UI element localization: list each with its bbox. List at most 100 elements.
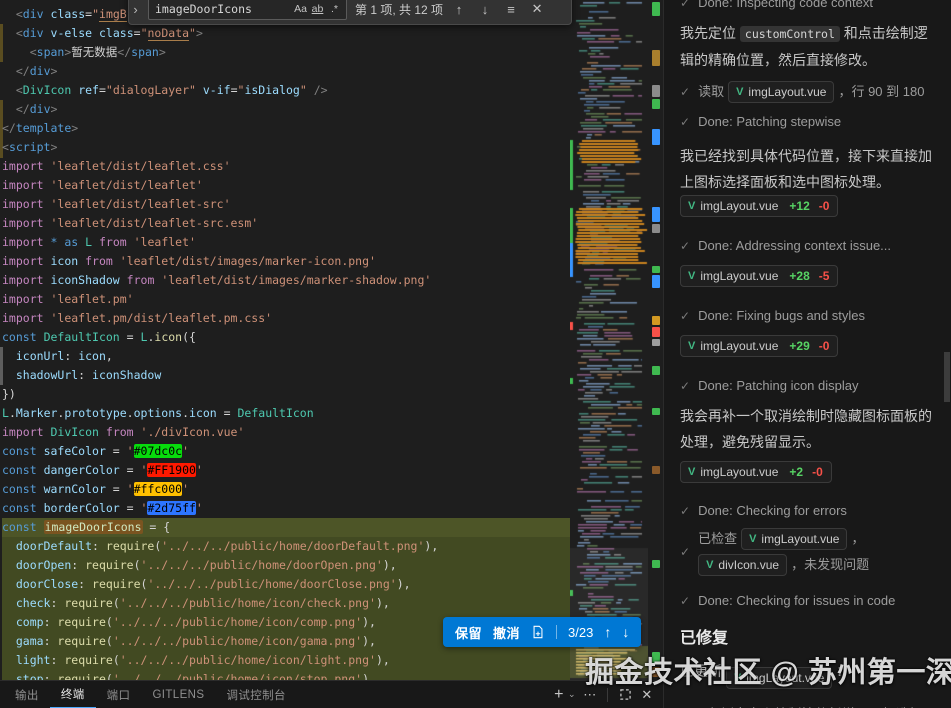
code-line: import icon from 'leaflet/dist/images/ma…: [2, 252, 570, 271]
find-current-match: imageDoorIcons: [44, 520, 143, 534]
next-match-icon[interactable]: ↓: [475, 0, 495, 19]
check-icon: ✓: [680, 307, 690, 325]
code-lines: <div class="imgB <div v-else class="noDa…: [2, 5, 570, 689]
code-editor[interactable]: <div class="imgB <div v-else class="noDa…: [0, 0, 663, 680]
vue-file-chip[interactable]: VimgLayout.vue: [726, 667, 832, 689]
status-row: ✓Done: Addressing context issue...: [680, 237, 937, 255]
lines-removed: -0: [819, 339, 830, 353]
code-line: </div>: [2, 62, 570, 81]
status-text: Done: Addressing context issue...: [698, 237, 891, 255]
whole-word-icon[interactable]: ab: [309, 1, 326, 17]
code-line: import 'leaflet.pm': [2, 290, 570, 309]
panel-tab-端口[interactable]: 端口: [96, 681, 142, 708]
diff-chip-row: VimgLayout.vue+28-5: [680, 265, 937, 287]
chat-text: ，: [851, 530, 864, 548]
status-text: Done: Checking for issues in code: [698, 592, 895, 610]
status-row: ✓Done: Checking for errors: [680, 502, 937, 520]
panel-tab-输出[interactable]: 输出: [4, 681, 50, 708]
divider: [556, 625, 557, 639]
diff-chip-row: VimgLayout.vue+2-0: [680, 461, 937, 483]
lines-added: +2: [789, 465, 803, 479]
chat-paragraph: 我先定位 customControl 和点击绘制逻辑的精确位置，然后直接修改。: [680, 20, 937, 73]
next-diff-icon[interactable]: ↓: [622, 624, 629, 640]
code-line: import iconShadow from 'leaflet/dist/ima…: [2, 271, 570, 290]
ruler-mark: [652, 316, 660, 325]
vscode-window: { "find_widget": { "query": "imageDoorIc…: [0, 0, 951, 708]
panel-tab-GITLENS[interactable]: GITLENS: [141, 681, 215, 708]
maximize-panel-icon[interactable]: [615, 685, 635, 705]
chat-text: 已检查: [698, 530, 737, 548]
code-line: doorDefault: require('../../../public/ho…: [2, 537, 570, 556]
find-query[interactable]: imageDoorIcons: [155, 2, 292, 16]
vue-file-chip[interactable]: VimgLayout.vue+28-5: [680, 265, 838, 287]
code-line: </template>: [2, 119, 570, 138]
match-case-icon[interactable]: Aa: [292, 1, 309, 17]
ruler-mark: [652, 275, 660, 288]
vue-file-chip[interactable]: VimgLayout.vue+12-0: [680, 195, 838, 217]
close-find-icon[interactable]: ✕: [527, 0, 547, 19]
inline-code-chip: customControl: [740, 26, 840, 42]
file-name: imgLayout.vue: [748, 83, 826, 101]
panel-tab-终端[interactable]: 终端: [50, 681, 96, 708]
chat-paragraph: 已更新 VimgLayout.vue ：: [680, 658, 937, 689]
vue-file-chip[interactable]: VimgLayout.vue+2-0: [680, 461, 832, 483]
lines-added: +28: [789, 269, 809, 283]
chat-text: ，行 90 到 180: [838, 83, 924, 101]
vue-file-chip[interactable]: VdivIcon.vue: [698, 554, 787, 576]
code-line: doorOpen: require('../../../public/home/…: [2, 556, 570, 575]
code-line: <span>暂无数据</span>: [2, 43, 570, 62]
ruler-mark: [652, 207, 660, 222]
chat-text: 我先定位: [680, 25, 740, 41]
keep-button[interactable]: 保留: [455, 623, 482, 642]
more-actions-icon[interactable]: ⋯: [580, 685, 600, 705]
undo-button[interactable]: 撤消: [493, 623, 520, 642]
previous-diff-icon[interactable]: ↑: [604, 624, 611, 640]
code-line: import 'leaflet.pm/dist/leaflet.pm.css': [2, 309, 570, 328]
file-read-row: ✓读取 VimgLayout.vue，行 90 到 180: [680, 79, 937, 105]
panel-tab-调试控制台[interactable]: 调试控制台: [215, 681, 297, 708]
chat-text: 已更新: [680, 663, 726, 679]
ai-chat-panel: ✓ Done: Inspecting code context 我先定位 custo…: [663, 0, 951, 708]
chat-paragraph: 我会再补一个取消绘制时隐藏图标面板的处理，避免残留显示。: [680, 403, 937, 455]
overview-ruler: [649, 0, 663, 680]
ruler-mark: [652, 466, 660, 474]
close-panel-icon[interactable]: ✕: [637, 685, 657, 705]
regex-icon[interactable]: .*: [326, 1, 343, 17]
status-row: ✓Done: Patching icon display: [680, 377, 937, 395]
keep-file-icon[interactable]: [531, 625, 545, 639]
vue-icon: V: [736, 83, 743, 101]
chat-content: ✓ Done: Inspecting code context 我先定位 custo…: [680, 0, 937, 708]
find-input[interactable]: imageDoorIcons Aa ab .*: [148, 0, 347, 20]
match-count: 第 1 项, 共 12 项: [355, 1, 443, 18]
lines-added: +29: [789, 339, 809, 353]
vue-icon: V: [749, 530, 756, 548]
code-line: <DivIcon ref="dialogLayer" v-if="isDialo…: [2, 81, 570, 100]
vue-file-chip[interactable]: VimgLayout.vue: [728, 81, 834, 103]
check-icon: ✓: [680, 377, 690, 395]
code-line: check: require('../../../public/home/ico…: [2, 594, 570, 613]
vue-file-chip[interactable]: VimgLayout.vue+29-0: [680, 335, 838, 357]
vue-file-chip[interactable]: VimgLayout.vue: [741, 528, 847, 550]
file-name: imgLayout.vue: [761, 530, 839, 548]
chat-text: ，未发现问题: [791, 556, 869, 574]
status-row: ✓Done: Checking for issues in code: [680, 592, 937, 610]
code-line: shadowUrl: iconShadow: [2, 366, 570, 385]
status-row: ✓Done: Patching stepwise: [680, 113, 937, 131]
minimap[interactable]: [570, 0, 648, 680]
toggle-replace-icon[interactable]: ›: [129, 0, 142, 24]
vue-icon: V: [706, 556, 713, 574]
find-in-selection-icon[interactable]: ≡: [501, 0, 521, 19]
status-text: Done: Inspecting code context: [698, 0, 873, 12]
file-name: imgLayout.vue: [700, 199, 778, 213]
section-heading: 已修复: [680, 626, 937, 652]
code-line: <div v-else class="noData">: [2, 24, 570, 43]
ruler-mark: [652, 50, 660, 66]
terminal-profile-dropdown-icon[interactable]: ⌄: [566, 685, 578, 705]
check-icon: ✓: [680, 502, 690, 520]
lines-added: +12: [789, 199, 809, 213]
ruler-mark: [652, 327, 660, 337]
ruler-mark: [652, 2, 660, 16]
file-name: imgLayout.vue: [700, 465, 778, 479]
previous-match-icon[interactable]: ↑: [449, 0, 469, 19]
panel-scrollbar[interactable]: [944, 352, 950, 402]
